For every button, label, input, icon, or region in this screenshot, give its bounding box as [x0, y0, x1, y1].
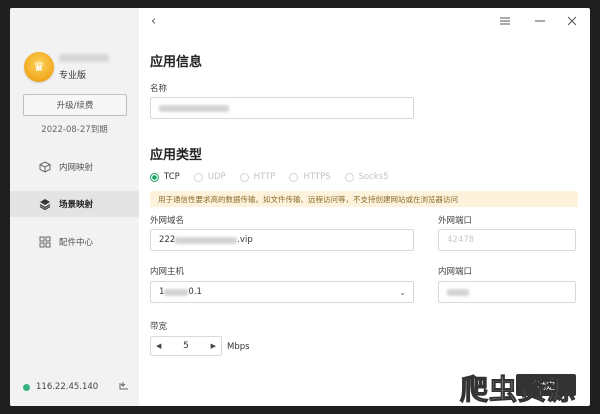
name-value-blurred — [159, 104, 229, 112]
grid-icon — [39, 236, 51, 248]
scene-icon — [39, 198, 51, 210]
ip-address: 116.22.45.140 — [36, 382, 99, 392]
ext-domain-label: 外网域名 — [150, 216, 185, 226]
bandwidth-unit: Mbps — [227, 342, 250, 352]
int-port-input[interactable] — [438, 281, 576, 303]
ext-domain-prefix: 222 — [159, 235, 176, 245]
cube-icon — [39, 161, 51, 173]
bandwidth-value: 5 — [183, 341, 189, 351]
minimize-icon[interactable] — [534, 15, 546, 27]
expire-date: 2022-08-27到期 — [41, 125, 108, 135]
chevron-left-icon[interactable]: ‹ — [151, 14, 156, 29]
int-host-suffix: 0.1 — [188, 287, 202, 297]
int-port-blurred — [447, 288, 469, 296]
crown-icon: ♛ — [33, 59, 45, 75]
int-port-label: 内网端口 — [438, 267, 473, 277]
increment-icon[interactable]: ▶ — [211, 342, 216, 350]
ext-domain-input[interactable]: 222 .vip — [150, 229, 414, 251]
upgrade-button[interactable]: 升级/续费 — [23, 94, 127, 116]
ext-port-input[interactable]: 42478 — [438, 229, 576, 251]
name-label: 名称 — [150, 84, 168, 94]
radio-http[interactable]: HTTP — [239, 172, 275, 182]
bandwidth-label: 带宽 — [150, 322, 168, 332]
int-host-label: 内网主机 — [150, 267, 185, 277]
sidebar-item-label: 内网映射 — [59, 163, 94, 173]
radio-tcp[interactable]: TCP — [150, 172, 180, 182]
protocol-radio-group: TCP UDP HTTP HTTPS Socks5 — [150, 172, 403, 182]
sidebar-item-intranet-mapping[interactable]: 内网映射 — [10, 154, 139, 180]
app-type-title: 应用类型 — [150, 148, 203, 163]
protocol-hint: 用于通信性要求高的数据传输。如文件传输、远程访问等，不支持创建网站或在浏览器访问 — [150, 191, 578, 207]
edition-label: 专业版 — [59, 71, 87, 81]
avatar[interactable]: ♛ — [24, 52, 54, 82]
ext-domain-blurred — [175, 236, 238, 244]
name-input[interactable] — [150, 97, 414, 119]
sidebar-item-label: 配件中心 — [59, 238, 94, 248]
int-host-blurred — [164, 288, 189, 296]
radio-https[interactable]: HTTPS — [289, 172, 331, 182]
radio-udp[interactable]: UDP — [193, 172, 226, 182]
ip-status: 116.22.45.140 — [23, 382, 98, 392]
app-info-title: 应用信息 — [150, 55, 203, 70]
sidebar-item-scene-mapping[interactable]: 场景映射 — [10, 191, 139, 217]
close-icon[interactable] — [566, 15, 578, 27]
radio-socks5[interactable]: Socks5 — [344, 172, 389, 182]
decrement-icon[interactable]: ◀ — [156, 342, 161, 350]
username-blurred — [59, 54, 109, 62]
link-icon[interactable] — [118, 380, 130, 392]
hamburger-icon[interactable] — [499, 15, 511, 27]
ext-domain-suffix: .vip — [237, 235, 253, 245]
bandwidth-stepper[interactable]: ◀ 5 ▶ — [150, 336, 222, 356]
int-host-select[interactable]: 1 0.1 ⌄ — [150, 281, 414, 303]
chevron-down-icon: ⌄ — [399, 288, 406, 297]
app-window: ♛ 专业版 升级/续费 2022-08-27到期 内网映射 场景映射 配件中心 … — [10, 8, 590, 406]
watermark: 爬虫资源 — [459, 373, 577, 407]
sidebar: ♛ 专业版 升级/续费 2022-08-27到期 内网映射 场景映射 配件中心 … — [10, 8, 139, 406]
ext-port-label: 外网端口 — [438, 216, 473, 226]
sidebar-item-accessory-center[interactable]: 配件中心 — [10, 229, 139, 255]
status-dot — [23, 383, 30, 391]
sidebar-item-label: 场景映射 — [59, 200, 94, 210]
